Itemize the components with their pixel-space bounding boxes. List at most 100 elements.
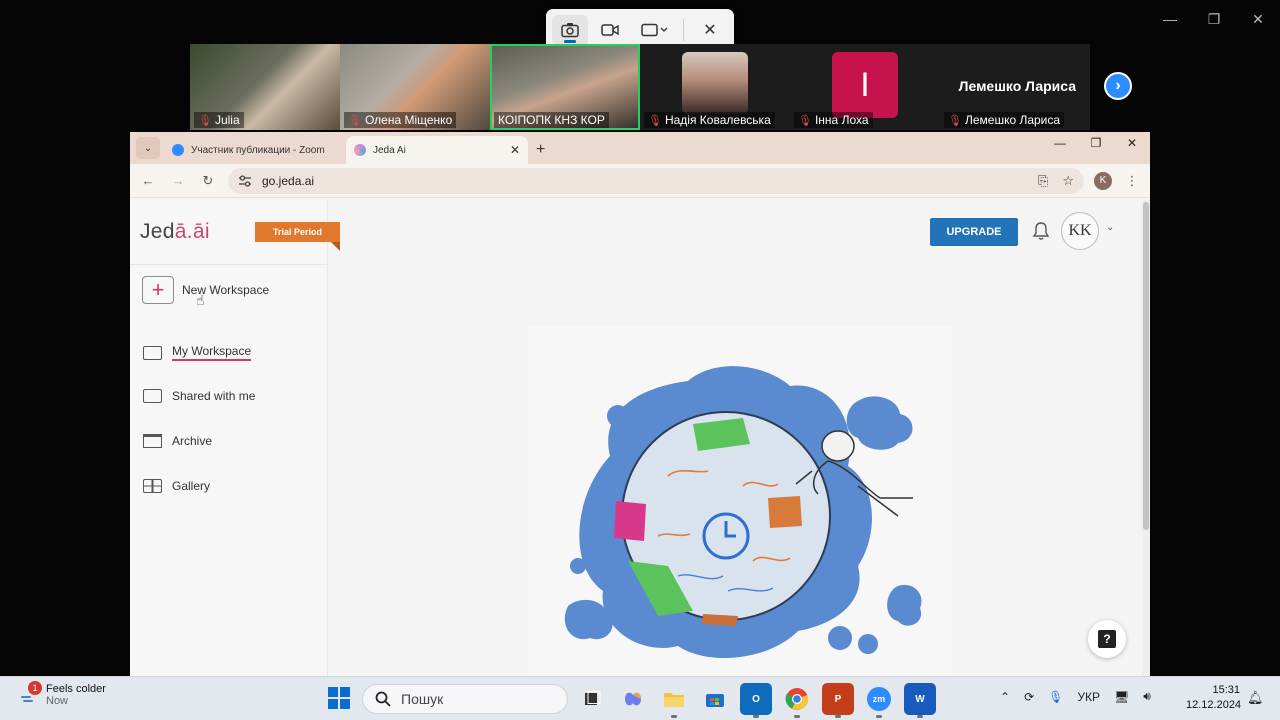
participant-name: 🎙︎ Надія Ковалевська: [644, 112, 775, 128]
screenshot-mode-button[interactable]: [552, 15, 588, 45]
participant-tile[interactable]: 🎙︎ Julia: [190, 44, 340, 130]
running-indicator: [794, 715, 800, 718]
forward-arrow-icon[interactable]: →: [168, 173, 188, 188]
more-menu-icon[interactable]: ⋮: [1122, 173, 1142, 189]
task-view-icon[interactable]: [576, 683, 608, 715]
zoom-icon: [172, 144, 184, 156]
sidebar-divider: [130, 264, 328, 265]
sidebar-item-label: Archive: [172, 434, 213, 448]
participant-tile[interactable]: 🎙︎ Олена Міщенко: [340, 44, 490, 130]
notifications-bell-icon[interactable]: 🔔︎: [1247, 690, 1264, 706]
notification-badge: 1: [28, 681, 42, 695]
install-app-icon[interactable]: ⎘: [1038, 173, 1048, 189]
microsoft-store-icon[interactable]: [699, 683, 731, 715]
powerpoint-icon[interactable]: P: [822, 683, 854, 718]
reload-icon[interactable]: ↻: [198, 173, 218, 189]
tab-close-icon[interactable]: ✕: [510, 143, 520, 157]
sidebar-item-label: Shared with me: [172, 389, 256, 403]
minimize-button[interactable]: —: [1148, 8, 1192, 30]
network-icon[interactable]: 🖥︎: [1114, 690, 1129, 704]
bell-icon[interactable]: [1032, 221, 1050, 241]
windows-start-icon[interactable]: [328, 687, 350, 709]
video-mode-button[interactable]: [592, 15, 628, 45]
tab-search-chevron-icon[interactable]: ⌄: [136, 137, 160, 159]
search-icon: [375, 691, 391, 707]
participant-avatar: І: [832, 52, 898, 118]
browser-minimize-button[interactable]: —: [1042, 136, 1078, 150]
tab-zoom[interactable]: Участник публикации - Zoom: [164, 136, 346, 164]
close-snip-button[interactable]: ✕: [692, 15, 728, 45]
new-workspace-button[interactable]: + New Workspace: [142, 276, 269, 304]
back-arrow-icon[interactable]: ←: [138, 173, 158, 188]
page-scrollbar[interactable]: [1142, 200, 1150, 676]
participant-name: 🎙︎ Julia: [194, 112, 244, 128]
browser-restore-button[interactable]: ❐: [1078, 136, 1114, 150]
help-button[interactable]: ?: [1088, 620, 1126, 658]
microphone-icon[interactable]: 🎙︎: [1048, 690, 1063, 704]
word-icon[interactable]: W: [904, 683, 936, 718]
new-tab-button[interactable]: +: [536, 141, 545, 159]
user-avatar[interactable]: KK: [1061, 212, 1099, 250]
address-bar[interactable]: go.jeda.ai ⎘ ☆: [228, 167, 1084, 194]
taskbar: 1 Feels colder Now Пошук O P zm W ⌃ ⟳ 🎙︎…: [0, 676, 1280, 720]
mic-muted-icon: 🎙︎: [348, 114, 362, 127]
jeda-logo[interactable]: Jedā.āi: [140, 220, 210, 244]
running-indicator: [835, 715, 841, 718]
upgrade-button[interactable]: UPGRADE: [930, 218, 1018, 246]
browser-close-button[interactable]: ✕: [1114, 136, 1150, 150]
file-explorer-icon[interactable]: [658, 683, 690, 718]
rectangle-snip-icon: [641, 23, 668, 37]
sidebar-item-archive[interactable]: Archive: [143, 434, 212, 448]
sidebar-item-label: Gallery: [172, 479, 211, 493]
running-indicator: [753, 715, 759, 718]
shared-folder-icon: [143, 389, 162, 403]
outlook-icon[interactable]: O: [740, 683, 772, 718]
browser-window: ⌄ Участник публикации - Zoom Jeda Ai ✕ +…: [130, 132, 1150, 676]
jeda-app: Jedā.āi Trial Period + New Workspace ☝ M…: [130, 200, 1142, 676]
participant-tile[interactable]: І 🎙︎ Інна Лоха: [790, 44, 940, 130]
running-indicator: [876, 715, 882, 718]
zoom-app-icon[interactable]: zm: [863, 683, 895, 718]
tab-title: Jeda Ai: [373, 144, 406, 156]
chrome-icon[interactable]: [781, 683, 813, 718]
tab-jeda[interactable]: Jeda Ai ✕: [346, 136, 528, 164]
participant-photo: [682, 52, 748, 114]
taskbar-search[interactable]: Пошук: [362, 684, 568, 714]
participant-name: 🎙︎ Інна Лоха: [794, 112, 873, 128]
running-indicator: [671, 715, 677, 718]
hand-cursor-icon: ☝: [196, 292, 205, 308]
participant-name: 🎙︎ Олена Міщенко: [344, 112, 457, 128]
camera-icon: [561, 23, 579, 38]
clock[interactable]: 15:31 12.12.2024: [1186, 683, 1241, 713]
sidebar-item-gallery[interactable]: Gallery: [143, 479, 210, 493]
navigation-bar: ← → ↻ go.jeda.ai ⎘ ☆ K ⋮: [130, 164, 1150, 198]
sidebar-item-my-workspace[interactable]: My Workspace: [143, 344, 252, 361]
bookmark-star-icon[interactable]: ☆: [1062, 173, 1074, 189]
sync-icon[interactable]: ⟳: [1024, 690, 1034, 704]
restore-button[interactable]: ❐: [1192, 8, 1236, 30]
browser-profile-avatar[interactable]: K: [1094, 171, 1112, 190]
participant-tile-active-speaker[interactable]: КОІПОПК КНЗ КОР: [490, 44, 640, 130]
running-indicator: [917, 715, 923, 718]
chevron-up-icon[interactable]: ⌃: [1000, 690, 1010, 704]
language-indicator[interactable]: УКР: [1077, 690, 1100, 704]
participant-strip: 🎙︎ Julia 🎙︎ Олена Міщенко КОІПОПК КНЗ КОР …: [190, 44, 1090, 130]
copilot-icon[interactable]: [617, 683, 649, 715]
participant-tile[interactable]: Лемешко Лариса 🎙︎ Лемешко Лариса: [940, 44, 1090, 130]
mic-muted-icon: 🎙︎: [948, 114, 962, 127]
browser-window-controls: — ❐ ✕: [1042, 136, 1150, 150]
participant-tile[interactable]: 🎙︎ Надія Ковалевська: [640, 44, 790, 130]
scrollbar-thumb[interactable]: [1143, 202, 1149, 530]
close-button[interactable]: ✕: [1236, 8, 1280, 30]
volume-icon[interactable]: 🔊︎: [1143, 689, 1151, 704]
chevron-down-icon[interactable]: ⌄: [1106, 222, 1114, 233]
system-tray: ⌃ ⟳ 🎙︎ УКР 🖥︎ 🔊︎: [1000, 689, 1151, 704]
next-page-arrow-icon[interactable]: ›: [1104, 72, 1132, 100]
globe-astronaut-illustration: [564, 366, 922, 658]
search-placeholder: Пошук: [401, 691, 444, 707]
mic-muted-icon: 🎙︎: [198, 114, 212, 127]
site-settings-icon: [239, 174, 251, 187]
weather-widget[interactable]: 1 Feels colder Now: [18, 681, 106, 707]
snip-shape-dropdown[interactable]: [632, 15, 678, 45]
sidebar-item-shared-with-me[interactable]: Shared with me: [143, 389, 255, 403]
